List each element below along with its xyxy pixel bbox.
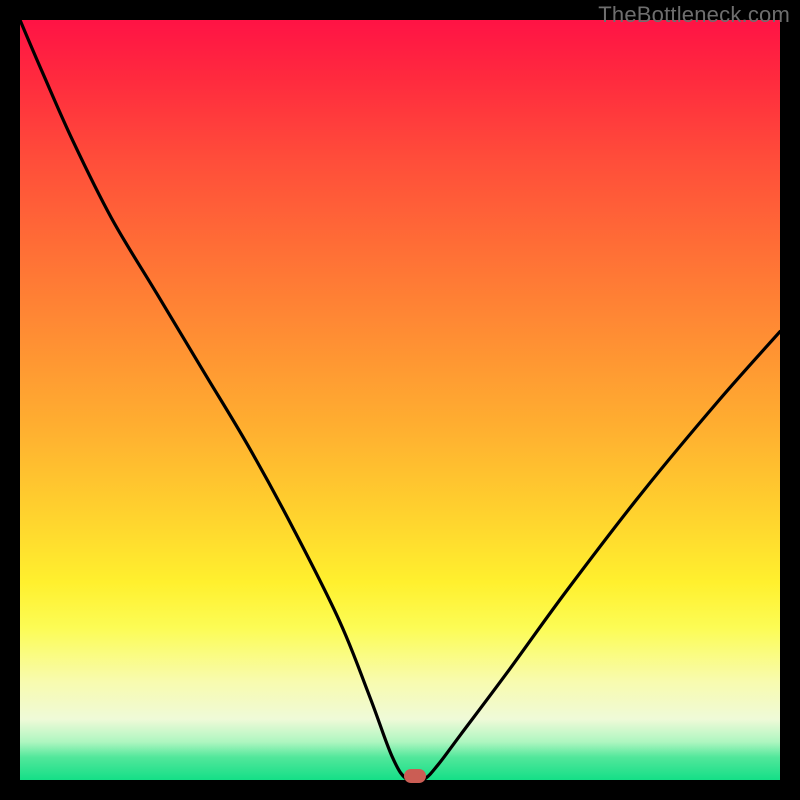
watermark-text: TheBottleneck.com [598,2,790,28]
curve-path [20,20,780,780]
bottleneck-curve [20,20,780,780]
chart-frame: TheBottleneck.com [0,0,800,800]
plot-area [20,20,780,780]
trough-marker [404,769,426,783]
